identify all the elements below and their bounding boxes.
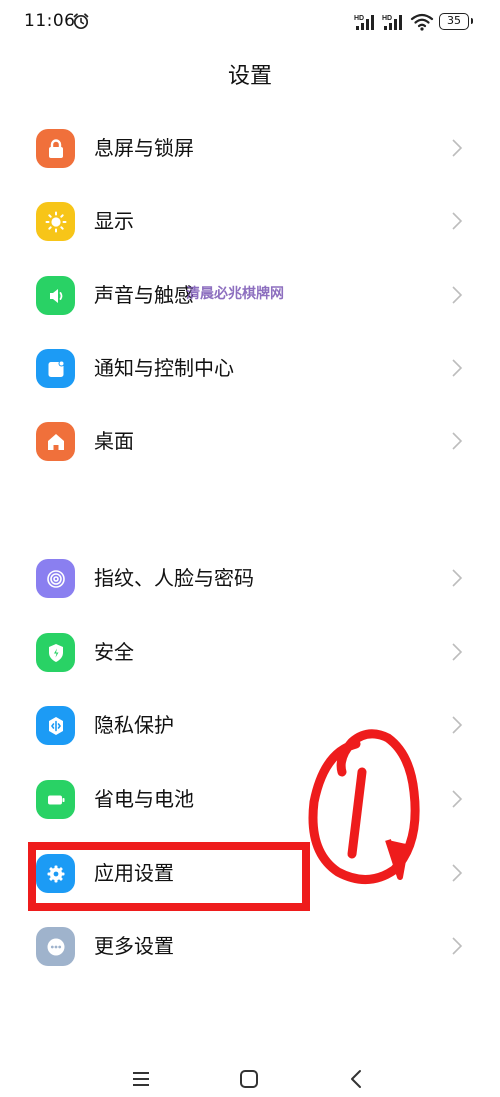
settings-item-label: 隐私保护 — [94, 713, 174, 737]
alarm-icon — [73, 13, 89, 30]
status-time: 11:06 — [24, 11, 76, 31]
handwritten-number-one-annotation — [308, 729, 420, 884]
settings-item-label: 安全 — [94, 640, 134, 664]
chevron-right-icon — [452, 937, 463, 955]
status-bar: 11:06 HD HD 35 — [0, 0, 500, 48]
settings-item-desktop[interactable]: 桌面 — [0, 405, 500, 477]
chevron-right-icon — [452, 569, 463, 587]
settings-item-more[interactable]: 更多设置 — [0, 910, 500, 982]
settings-item-label: 桌面 — [94, 429, 134, 453]
settings-item-label: 省电与电池 — [94, 787, 194, 811]
chevron-right-icon — [452, 643, 463, 661]
home-icon — [36, 422, 75, 461]
speaker-icon — [36, 276, 75, 315]
highlight-box-annotation — [28, 842, 310, 911]
watermark-text: 清晨必兆棋牌网 — [186, 286, 284, 302]
chevron-right-icon — [452, 286, 463, 304]
privacy-icon — [36, 706, 75, 745]
settings-item-label: 通知与控制中心 — [94, 356, 234, 380]
chevron-right-icon — [452, 790, 463, 808]
chevron-right-icon — [452, 864, 463, 882]
settings-item-display[interactable]: 显示 — [0, 185, 500, 257]
signal-2-badge: HD — [382, 15, 392, 22]
fingerprint-icon — [36, 559, 75, 598]
signal-2-icon: HD — [382, 15, 402, 30]
settings-item-lock-screen[interactable]: 息屏与锁屏 — [0, 112, 500, 184]
signal-1-icon: HD — [354, 15, 374, 30]
back-icon[interactable] — [346, 1068, 368, 1090]
settings-item-label: 声音与触感 — [94, 283, 194, 307]
battery-icon — [36, 780, 75, 819]
settings-item-label: 显示 — [94, 209, 134, 233]
lock-icon — [36, 129, 75, 168]
watermark: 清晨必兆棋牌网 — [186, 283, 284, 303]
chevron-right-icon — [452, 716, 463, 734]
battery-indicator: 35 — [439, 13, 473, 30]
home-square-icon[interactable] — [238, 1068, 260, 1090]
settings-item-security[interactable]: 安全 — [0, 616, 500, 688]
navigation-bar — [0, 1056, 500, 1097]
notification-icon — [36, 349, 75, 388]
chevron-right-icon — [452, 432, 463, 450]
chevron-right-icon — [452, 139, 463, 157]
chevron-right-icon — [452, 212, 463, 230]
chevron-right-icon — [452, 359, 463, 377]
sun-icon — [36, 202, 75, 241]
page-title: 设置 — [227, 64, 272, 89]
menu-icon[interactable] — [130, 1068, 152, 1090]
settings-item-label: 指纹、人脸与密码 — [94, 566, 254, 590]
settings-item-label: 息屏与锁屏 — [94, 136, 194, 160]
settings-item-notifications[interactable]: 通知与控制中心 — [0, 332, 500, 404]
more-icon — [36, 927, 75, 966]
shield-icon — [36, 633, 75, 672]
settings-item-label: 更多设置 — [94, 934, 174, 958]
wifi-icon — [410, 13, 434, 31]
settings-item-fingerprint[interactable]: 指纹、人脸与密码 — [0, 542, 500, 614]
signal-1-badge: HD — [354, 15, 364, 22]
